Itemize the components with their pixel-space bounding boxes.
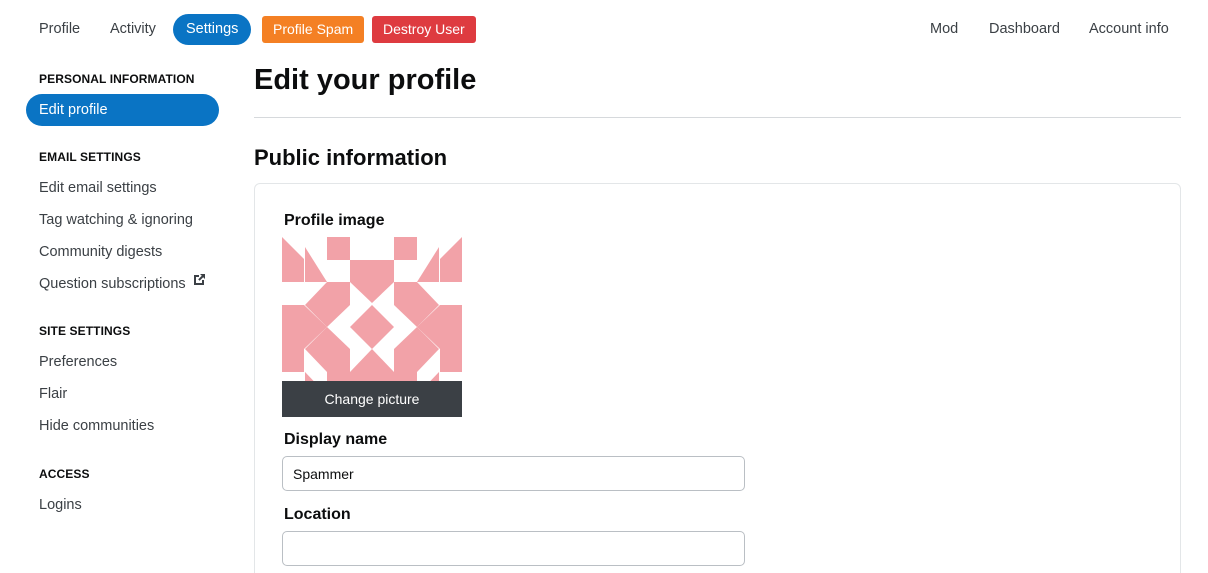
external-link-icon [192,267,206,299]
change-picture-button[interactable]: Change picture [282,381,462,417]
profile-image-label: Profile image [284,212,385,229]
location-field[interactable] [282,531,745,566]
tab-account-info[interactable]: Account info [1076,14,1182,45]
display-name-field[interactable] [282,456,745,491]
tab-dashboard[interactable]: Dashboard [976,14,1073,45]
page-title: Edit your profile [254,64,477,96]
profile-spam-button[interactable]: Profile Spam [262,16,365,43]
location-label: Location [284,506,351,523]
title-divider [254,117,1181,118]
sidebar-heading-personal: PERSONAL INFORMATION [39,72,195,86]
sidebar-item-preferences[interactable]: Preferences [26,346,219,378]
tab-profile[interactable]: Profile [26,14,93,45]
sidebar-item-hide-communities[interactable]: Hide communities [26,410,219,442]
sidebar-item-logins[interactable]: Logins [26,489,219,521]
sidebar-heading-access: ACCESS [39,467,90,481]
sidebar-item-flair[interactable]: Flair [26,378,219,410]
destroy-user-button[interactable]: Destroy User [372,16,476,43]
sidebar-item-question-subscriptions[interactable]: Question subscriptions [26,268,219,300]
tab-settings[interactable]: Settings [173,14,252,45]
display-name-label: Display name [284,431,388,448]
sidebar-heading-email: EMAIL SETTINGS [39,150,141,164]
tab-activity[interactable]: Activity [97,14,169,45]
sidebar-item-edit-profile[interactable]: Edit profile [26,94,219,126]
sidebar-item-tag-watching[interactable]: Tag watching & ignoring [26,204,219,236]
section-title: Public information [254,145,448,170]
sidebar-heading-site: SITE SETTINGS [39,324,131,338]
sidebar-item-edit-email[interactable]: Edit email settings [26,172,219,204]
top-nav: Profile Activity Settings Profile Spam D… [0,0,1208,58]
sidebar-item-question-subscriptions-label: Question subscriptions [39,276,186,292]
sidebar-item-community-digests[interactable]: Community digests [26,236,219,268]
tab-mod[interactable]: Mod [917,14,971,45]
